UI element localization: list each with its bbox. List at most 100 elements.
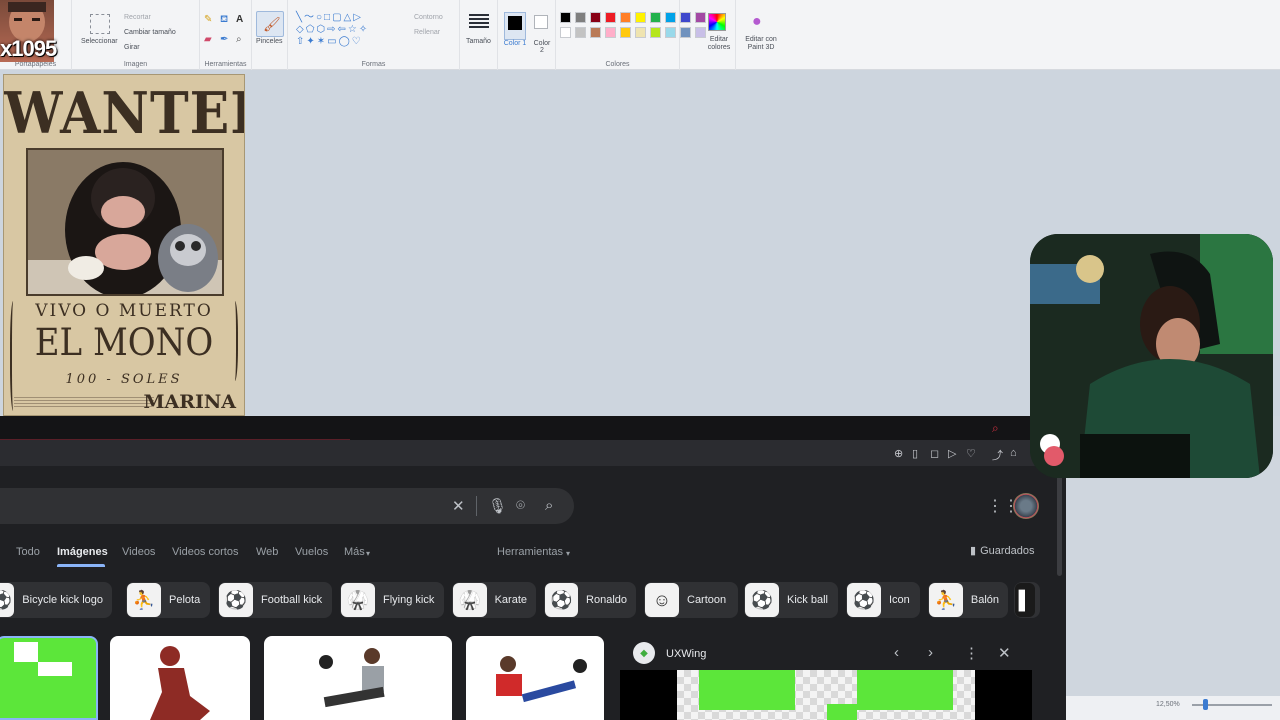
shapes-group-label: Formas <box>361 61 386 68</box>
color2-button[interactable] <box>534 15 548 29</box>
result-thumb-silhouette[interactable] <box>110 636 250 720</box>
palette-swatch[interactable] <box>590 27 601 38</box>
eraser-icon[interactable]: ▰ <box>204 34 212 45</box>
search-input[interactable]: ✕ 🎙 ⌾ ⌕ <box>0 488 574 524</box>
pencil-icon[interactable]: ✎ <box>204 14 212 25</box>
palette-swatch[interactable] <box>650 27 661 38</box>
select-icon[interactable] <box>90 14 110 34</box>
palette-swatch[interactable] <box>605 12 616 23</box>
more-options-icon[interactable]: ⋮ <box>964 644 979 662</box>
wanted-poster[interactable]: WANTED VIVO O MUERTO EL MONO 100 - SOLES… <box>3 74 245 416</box>
select-button[interactable]: Seleccionar <box>81 38 118 45</box>
text-tool-icon[interactable]: A <box>236 14 243 25</box>
chip-kick-ball[interactable]: ⚽ Kick ball <box>744 582 838 618</box>
browser-toolbar: ⊕ ▯ ◻ ▷ ♡ ⤴ ⌂ <box>0 440 1066 466</box>
palette-swatch[interactable] <box>665 27 676 38</box>
tools-button[interactable]: Herramientas <box>497 546 563 558</box>
palette-swatch[interactable] <box>665 12 676 23</box>
shapes-gallery[interactable]: ╲〜○□▢△▷ ◇⬠⬡⇨⇦☆✧ ⇧✦✶▭◯♡ <box>296 12 392 50</box>
share-icon[interactable]: ⤴ <box>992 447 1003 463</box>
chip-flying-kick[interactable]: 🥋 Flying kick <box>340 582 444 618</box>
paint3d-icon[interactable]: ● <box>752 13 762 31</box>
chip-karate[interactable]: 🥋 Karate <box>452 582 536 618</box>
result-thumb-player[interactable] <box>264 636 452 720</box>
search-icon[interactable]: ⌕ <box>545 497 553 514</box>
chip-thumb-icon: ⚽ <box>0 583 15 617</box>
zoom-level: 12,50% <box>1156 701 1180 708</box>
tab-videos[interactable]: Videos <box>122 546 155 558</box>
more-chevron-icon: ▾ <box>366 549 371 558</box>
preview-source-title[interactable]: UXWing <box>666 648 706 660</box>
tab-images[interactable]: Imágenes <box>57 546 108 558</box>
color-picker-icon[interactable]: ✒ <box>220 34 228 45</box>
chip-thumb-icon: ▌ <box>1015 583 1035 617</box>
play-icon[interactable]: ▷ <box>948 447 956 460</box>
tools-group: ✎ ⛾ A ▰ ✒ ⌕ Herramientas <box>200 0 252 70</box>
image-group-label: Imagen <box>123 61 148 68</box>
prev-arrow-icon[interactable]: ‹ <box>894 644 899 661</box>
tools-group-label: Herramientas <box>204 61 247 68</box>
bookmark-icon[interactable]: ▯ <box>912 447 918 460</box>
resize-button[interactable]: Cambiar tamaño <box>124 29 176 36</box>
tab-flights[interactable]: Vuelos <box>295 546 328 558</box>
tab-web[interactable]: Web <box>256 546 278 558</box>
zoom-icon[interactable]: ⊕ <box>894 447 903 460</box>
heart-icon[interactable]: ♡ <box>966 447 976 460</box>
size-icon[interactable] <box>469 14 489 28</box>
outline-button[interactable]: Contorno <box>414 14 443 21</box>
edit-colors-icon[interactable] <box>708 13 726 31</box>
browser-titlebar: ⌕ <box>0 416 1066 440</box>
next-arrow-icon[interactable]: › <box>928 644 933 661</box>
result-thumb-green[interactable] <box>0 636 98 720</box>
fill-bucket-icon[interactable]: ⛾ <box>220 14 228 27</box>
tab-all[interactable]: Todo <box>16 546 40 558</box>
fill-button[interactable]: Rellenar <box>414 29 440 36</box>
microphone-icon[interactable]: 🎙 <box>488 497 507 515</box>
palette-swatch[interactable] <box>575 12 586 23</box>
chip-balon[interactable]: ⛹ Balón <box>928 582 1008 618</box>
palette-swatch[interactable] <box>620 27 631 38</box>
saved-button[interactable]: ▮ Guardados <box>970 544 1035 557</box>
account-avatar[interactable] <box>1013 493 1039 519</box>
saved-icon: ▮ <box>970 545 977 557</box>
palette-swatch[interactable] <box>635 27 646 38</box>
browser-scrollbar[interactable] <box>1057 476 1062 576</box>
color1-button[interactable] <box>504 12 526 40</box>
chip-football-kick[interactable]: ⚽ Football kick <box>218 582 332 618</box>
close-preview-icon[interactable]: ✕ <box>998 644 1011 662</box>
webcam-feed <box>1030 234 1273 478</box>
preview-image[interactable] <box>677 670 975 720</box>
palette-swatch[interactable] <box>590 12 601 23</box>
palette-swatch[interactable] <box>560 27 571 38</box>
result-thumb-player-red[interactable] <box>466 636 604 720</box>
palette-swatch[interactable] <box>635 12 646 23</box>
chip-bicycle-kick-logo[interactable]: ⚽ Bicycle kick logo <box>0 582 112 618</box>
poster-fine-print <box>14 397 154 409</box>
rotate-button[interactable]: Girar <box>124 44 140 51</box>
search-tab-icon[interactable]: ⌕ <box>992 421 999 436</box>
crop-button[interactable]: Recortar <box>124 14 151 21</box>
clear-search-icon[interactable]: ✕ <box>452 497 465 515</box>
chip-pelota[interactable]: ⛹ Pelota <box>126 582 210 618</box>
palette-swatch[interactable] <box>575 27 586 38</box>
profile-icon[interactable]: ⌂ <box>1010 447 1017 459</box>
palette-swatch[interactable] <box>605 27 616 38</box>
palette-swatch[interactable] <box>620 12 631 23</box>
chip-icon[interactable]: ⚽ Icon <box>846 582 920 618</box>
edit-colors-button[interactable]: Editar colores <box>704 36 734 52</box>
paint-statusbar: 12,50% <box>1066 696 1280 720</box>
chip-ronaldo[interactable]: ⚽ Ronaldo <box>544 582 636 618</box>
screenshot-icon[interactable]: ◻ <box>930 447 939 460</box>
magnifier-icon[interactable]: ⌕ <box>236 34 242 45</box>
kick-silhouette-image <box>150 646 210 720</box>
tab-more[interactable]: Más <box>344 546 365 558</box>
chip-partial[interactable]: ▌ <box>1014 582 1040 618</box>
paint3d-button[interactable]: Editar con Paint 3D <box>740 36 782 52</box>
palette-swatch[interactable] <box>560 12 571 23</box>
brushes-button[interactable]: 🖌 <box>256 11 284 37</box>
palette-swatch[interactable] <box>650 12 661 23</box>
lens-icon[interactable]: ⌾ <box>516 497 525 514</box>
tab-short-videos[interactable]: Videos cortos <box>172 546 238 558</box>
chip-cartoon[interactable]: ☺ Cartoon <box>644 582 738 618</box>
zoom-slider-thumb[interactable] <box>1203 699 1208 710</box>
